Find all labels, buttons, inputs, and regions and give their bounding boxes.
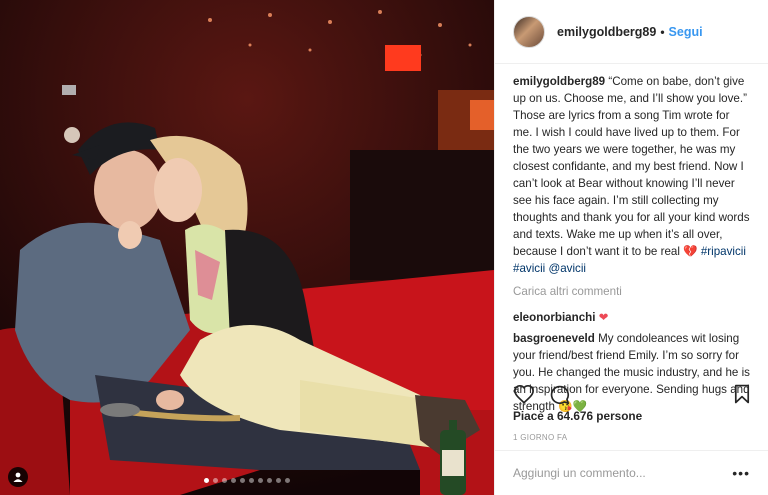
- carousel-dot: [222, 478, 227, 483]
- caption-username[interactable]: emilygoldberg89: [513, 75, 605, 88]
- person-tag-icon[interactable]: [8, 467, 28, 487]
- load-more-comments[interactable]: Carica altri commenti: [513, 283, 750, 300]
- heart-emoji-icon: ❤: [598, 311, 609, 324]
- carousel-dot: [231, 478, 236, 483]
- carousel-dot: [240, 478, 245, 483]
- post-header: emilygoldberg89 • Segui: [495, 0, 768, 64]
- carousel-dot: [204, 478, 209, 483]
- carousel-dot: [213, 478, 218, 483]
- header-separator: •: [660, 24, 665, 39]
- heart-outline-icon[interactable]: [513, 384, 535, 404]
- more-options-icon[interactable]: •••: [732, 465, 750, 481]
- follow-button[interactable]: Segui: [669, 25, 703, 39]
- caption: emilygoldberg89 “Come on babe, don’t giv…: [513, 73, 750, 277]
- comments-section: emilygoldberg89 “Come on babe, don’t giv…: [495, 64, 768, 415]
- hashtag-link[interactable]: #avicii: [513, 262, 545, 275]
- carousel-indicator: [0, 478, 494, 483]
- post-photo[interactable]: [0, 0, 494, 495]
- post-side-panel: emilygoldberg89 • Segui emilygoldberg89 …: [494, 0, 768, 495]
- comment-item: eleonorbianchi ❤: [513, 309, 750, 326]
- mention-link[interactable]: @avicii: [548, 262, 586, 275]
- instagram-post: emilygoldberg89 • Segui emilygoldberg89 …: [0, 0, 768, 495]
- carousel-dot: [258, 478, 263, 483]
- post-timestamp[interactable]: 1 GIORNO FA: [513, 433, 567, 442]
- add-comment-input[interactable]: [513, 466, 733, 480]
- carousel-dot: [267, 478, 272, 483]
- comment-username[interactable]: eleonorbianchi: [513, 311, 595, 324]
- comment-username[interactable]: basgroeneveld: [513, 332, 595, 345]
- action-bar: [513, 380, 750, 408]
- carousel-dot: [249, 478, 254, 483]
- header-username[interactable]: emilygoldberg89: [557, 25, 656, 39]
- broken-heart-icon: 💔: [683, 245, 698, 258]
- photo-illustration: [0, 0, 494, 495]
- hashtag-link[interactable]: #ripavicii: [701, 245, 746, 258]
- carousel-dot: [276, 478, 281, 483]
- add-comment-bar: •••: [495, 450, 768, 495]
- likes-count[interactable]: Piace a 64.676 persone: [513, 409, 642, 423]
- bookmark-icon[interactable]: [734, 384, 750, 404]
- carousel-dot: [285, 478, 290, 483]
- caption-text: “Come on babe, don’t give up on us. Choo…: [513, 75, 750, 258]
- comment-bubble-icon[interactable]: [549, 384, 570, 405]
- avatar[interactable]: [513, 15, 545, 48]
